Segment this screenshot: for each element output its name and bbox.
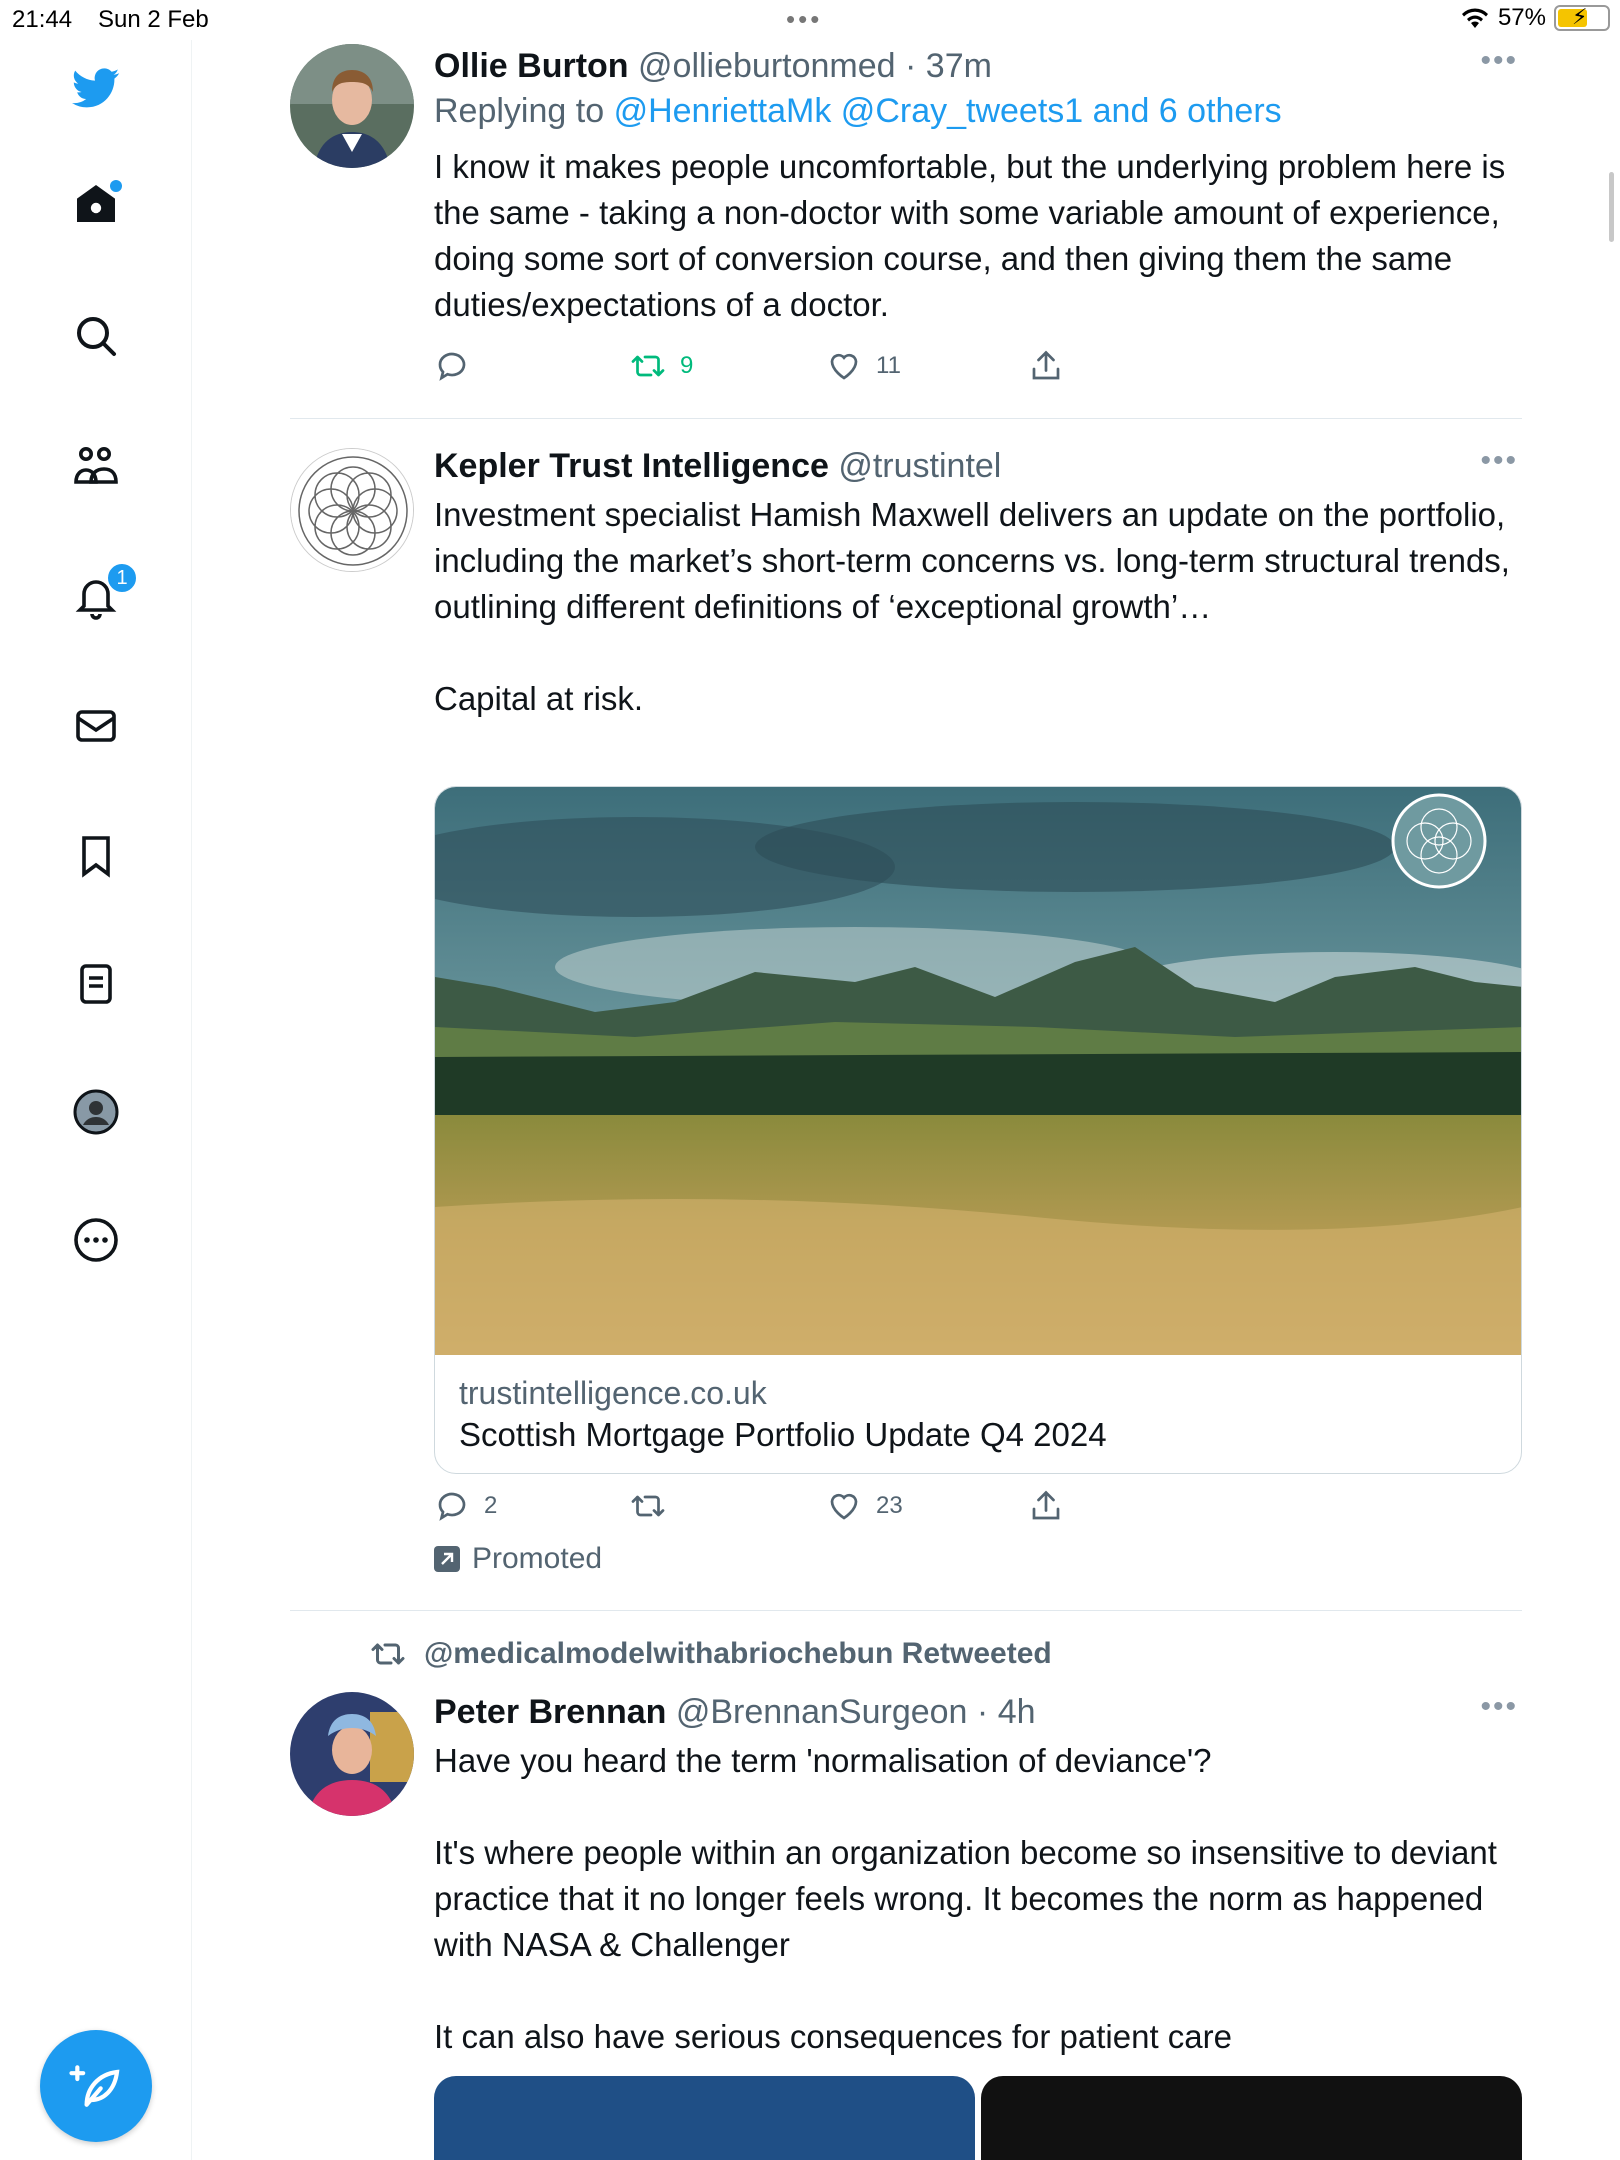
lists-icon[interactable] [70, 958, 122, 1010]
share-icon [1032, 350, 1060, 380]
search-icon[interactable] [70, 310, 122, 362]
home-icon[interactable] [70, 178, 122, 230]
wifi-icon [1461, 8, 1488, 28]
tweet-actions: 2 23 [434, 1488, 1134, 1528]
status-date: Sun 2 Feb [98, 6, 209, 33]
heart-icon [830, 353, 858, 380]
retweet-icon [631, 1495, 665, 1517]
sidebar: 1 [0, 40, 192, 2160]
card-domain: trustintelligence.co.uk [459, 1375, 767, 1411]
retweeted-by-text: @medicalmodelwithabriochebun Retweeted [424, 1637, 1052, 1670]
promoted-arrow-icon [434, 1546, 460, 1572]
communities-icon[interactable] [70, 440, 122, 492]
status-bar: 21:44 Sun 2 Feb ••• 57% ⚡ [0, 0, 1620, 40]
profile-avatar-icon[interactable] [70, 1086, 122, 1138]
replying-to: Replying to @HenriettaMk @Cray_tweets1 a… [434, 88, 1522, 134]
tweet-time[interactable]: · 4h [977, 1693, 1036, 1731]
share-button[interactable] [1028, 348, 1064, 384]
like-count: 23 [876, 1492, 903, 1519]
twitter-logo-icon[interactable] [70, 62, 122, 114]
tweet-more-icon[interactable]: ••• [1480, 44, 1518, 78]
promoted-text: Promoted [472, 1542, 603, 1575]
like-button[interactable]: 11 [826, 348, 901, 384]
multitasking-dots[interactable]: ••• [786, 4, 822, 35]
avatar[interactable] [290, 1692, 414, 1816]
tweet-media[interactable] [434, 2076, 1522, 2160]
reply-button[interactable] [434, 348, 470, 384]
heart-icon [830, 1493, 858, 1520]
author-name[interactable]: Kepler Trust Intelligence [434, 447, 829, 485]
reply-button[interactable]: 2 [434, 1488, 497, 1524]
tweet[interactable]: Ollie Burton @ollieburtonmed · 37m Reply… [290, 44, 1522, 404]
tweet-header: Peter Brennan @BrennanSurgeon · 4h [434, 1690, 1522, 1734]
author-handle[interactable]: @BrennanSurgeon [676, 1693, 968, 1731]
share-button[interactable] [1028, 1488, 1064, 1524]
author-handle[interactable]: @ollieburtonmed [638, 47, 896, 85]
compose-tweet-button[interactable] [40, 2030, 152, 2142]
media-image-2[interactable] [981, 2076, 1522, 2160]
tweet-actions: 9 11 [434, 348, 1134, 388]
status-time: 21:44 [12, 6, 73, 33]
tweet-header: Ollie Burton @ollieburtonmed · 37m [434, 44, 1522, 88]
reply-icon [438, 1492, 466, 1521]
retweet-icon [631, 355, 665, 377]
like-button[interactable]: 23 [826, 1488, 903, 1524]
battery-percent: 57% [1497, 4, 1546, 31]
author-handle[interactable]: @trustintel [838, 447, 1001, 485]
media-image-1[interactable] [434, 2076, 975, 2160]
promoted-label: Promoted [434, 1542, 602, 1576]
battery-icon: ⚡ [1554, 4, 1610, 31]
reply-count: 2 [484, 1492, 498, 1519]
card-image [435, 787, 1521, 1355]
author-name[interactable]: Peter Brennan [434, 1693, 666, 1731]
avatar[interactable] [290, 44, 414, 168]
share-icon [1032, 1490, 1060, 1520]
link-card[interactable]: trustintelligence.co.uk Scottish Mortgag… [434, 786, 1522, 1474]
replying-to-users-link[interactable]: @HenriettaMk @Cray_tweets1 and 6 others [614, 92, 1282, 130]
more-options-icon[interactable] [70, 1214, 122, 1266]
card-title: Scottish Mortgage Portfolio Update Q4 20… [459, 1416, 1107, 1453]
tweet-text: Have you heard the term 'normalisation o… [434, 1742, 1497, 2055]
tweet-more-icon[interactable]: ••• [1480, 444, 1518, 478]
avatar[interactable] [290, 448, 414, 572]
tweet-time[interactable]: · 37m [905, 47, 992, 85]
tweet-divider [290, 1610, 1522, 1611]
notifications-badge: 1 [106, 562, 138, 594]
status-right: 57% ⚡ [1460, 4, 1610, 32]
compose-feather-icon [69, 2065, 120, 2107]
retweeted-by[interactable]: @medicalmodelwithabriochebun Retweeted [370, 1636, 1052, 1672]
tweet-header: Kepler Trust Intelligence @trustintel [434, 444, 1522, 488]
retweet-count: 9 [680, 352, 694, 379]
reply-icon [438, 352, 466, 381]
tweet-divider [290, 418, 1522, 419]
tweet-retweeted[interactable]: @medicalmodelwithabriochebun Retweeted P… [290, 1636, 1522, 2160]
replying-to-label: Replying to [434, 92, 605, 130]
tweet-promoted[interactable]: Kepler Trust Intelligence @trustintel In… [290, 444, 1522, 1594]
tweet-more-icon[interactable]: ••• [1480, 1690, 1518, 1724]
scrollbar-thumb[interactable] [1609, 172, 1614, 242]
like-count: 11 [876, 352, 901, 379]
bookmarks-icon[interactable] [70, 830, 122, 882]
messages-icon[interactable] [70, 700, 122, 752]
retweet-icon [371, 1643, 405, 1665]
tweet-text: Investment specialist Hamish Maxwell del… [434, 496, 1510, 717]
notifications-bell-icon[interactable]: 1 [70, 562, 138, 622]
retweet-button[interactable]: 9 [630, 348, 693, 384]
home-new-dot [110, 180, 122, 192]
tweet-text: I know it makes people uncomfortable, bu… [434, 148, 1506, 323]
author-name[interactable]: Ollie Burton [434, 47, 629, 85]
retweet-button[interactable] [630, 1488, 666, 1524]
